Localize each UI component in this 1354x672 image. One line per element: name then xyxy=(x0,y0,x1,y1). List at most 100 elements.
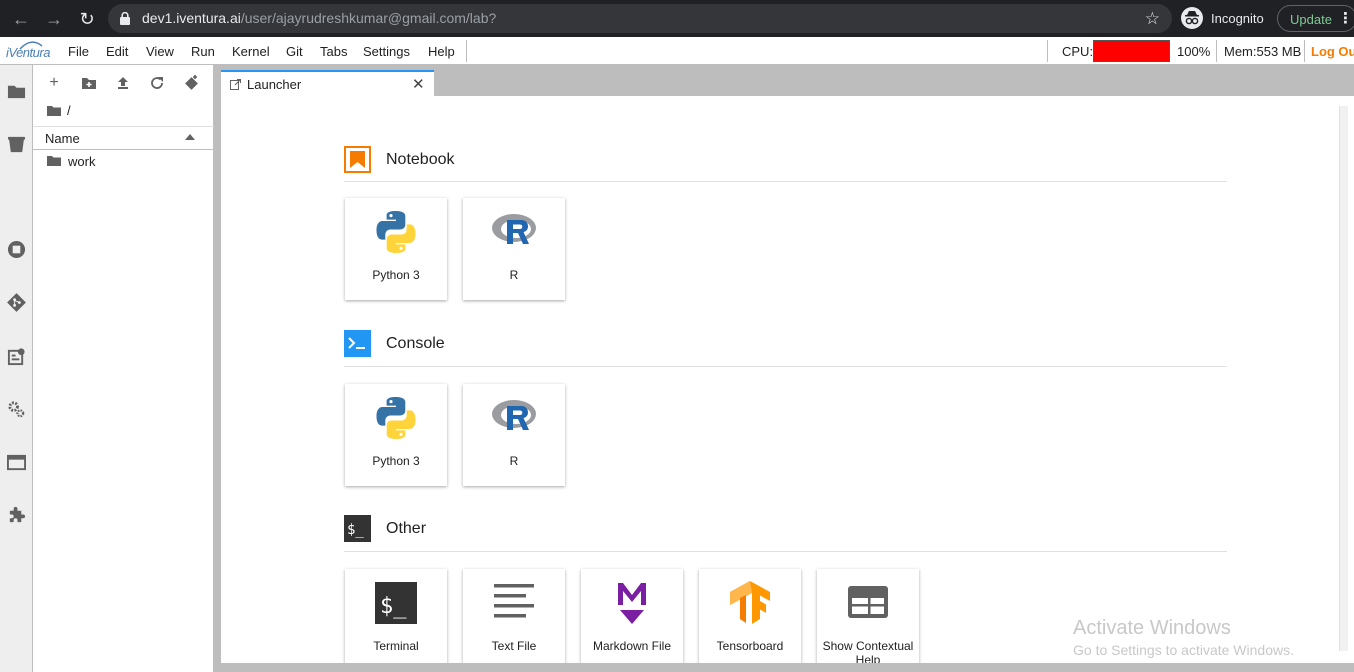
sort-ascending-icon xyxy=(185,134,195,140)
markdown-icon xyxy=(618,583,646,624)
card-label: Markdown File xyxy=(592,639,672,653)
memory-usage: Mem:553 MB xyxy=(1224,44,1302,59)
launcher-card-console-python3[interactable]: Python 3 xyxy=(345,384,447,486)
launcher-card-markdown-file[interactable]: Markdown File xyxy=(581,569,683,663)
tensorflow-icon xyxy=(730,581,770,624)
resource-separator xyxy=(1216,40,1217,62)
card-label: Terminal xyxy=(373,639,419,653)
section-divider xyxy=(344,551,1227,552)
menu-view[interactable]: View xyxy=(146,44,174,59)
incognito-label: Incognito xyxy=(1211,11,1264,26)
app-logo: iVentura xyxy=(4,40,56,64)
tab-label: Launcher xyxy=(247,77,302,92)
cpu-usage-bar xyxy=(1093,40,1170,62)
git-icon[interactable] xyxy=(7,293,26,312)
url-host: dev1.iventura.ai xyxy=(142,10,241,26)
menu-edit[interactable]: Edit xyxy=(106,44,128,59)
r-language-icon xyxy=(492,400,536,430)
section-title-other: Other xyxy=(386,520,427,537)
launcher-card-notebook-python3[interactable]: Python 3 xyxy=(345,198,447,300)
incognito-indicator[interactable]: Incognito xyxy=(1177,6,1271,31)
running-sessions-icon[interactable] xyxy=(7,240,26,259)
section-divider xyxy=(344,366,1227,367)
trash-icon[interactable] xyxy=(7,135,26,154)
launcher-card-terminal[interactable]: $_ Terminal xyxy=(345,569,447,663)
menu-run[interactable]: Run xyxy=(191,44,215,59)
section-divider xyxy=(344,181,1227,182)
card-label: Python 3 xyxy=(372,454,420,468)
list-item[interactable]: work xyxy=(33,152,214,172)
menu-git[interactable]: Git xyxy=(286,44,303,59)
url-path: /user/ajayrudreshkumar@gmail.com/lab? xyxy=(240,10,497,26)
bookmark-star-icon[interactable]: ☆ xyxy=(1145,9,1160,29)
extension-manager-icon[interactable] xyxy=(7,505,26,524)
launcher-card-console-r[interactable]: R xyxy=(463,384,565,486)
tab-bar: Launcher ✕ xyxy=(214,65,1354,97)
console-icon xyxy=(344,330,371,357)
folder-icon xyxy=(47,106,61,116)
section-title-notebook: Notebook xyxy=(386,151,455,168)
forward-icon[interactable]: → xyxy=(43,8,65,30)
reload-icon[interactable]: ↻ xyxy=(76,8,98,30)
python-icon xyxy=(376,397,416,439)
open-tabs-icon[interactable] xyxy=(7,453,26,472)
launcher-scrollbar[interactable] xyxy=(1339,106,1348,651)
close-icon[interactable]: ✕ xyxy=(412,75,425,93)
logout-link[interactable]: Log Out xyxy=(1311,44,1354,59)
terminal-icon: $_ xyxy=(375,582,417,624)
property-inspector-icon[interactable] xyxy=(7,400,26,419)
url-text: dev1.iventura.ai/user/ajayrudreshkumar@g… xyxy=(142,10,496,26)
more-vert-icon[interactable]: ⋮ xyxy=(1338,9,1353,27)
new-launcher-icon[interactable]: + xyxy=(45,74,63,92)
launcher: Notebook Python 3 R Console Python 3 R $… xyxy=(221,96,1354,663)
new-folder-icon[interactable] xyxy=(80,74,98,92)
text-file-icon xyxy=(494,584,534,618)
launcher-card-notebook-r[interactable]: R xyxy=(463,198,565,300)
launcher-card-text-file[interactable]: Text File xyxy=(463,569,565,663)
section-title-console: Console xyxy=(386,335,445,352)
logo-text: iVentura xyxy=(6,45,50,60)
menu-help[interactable]: Help xyxy=(428,44,455,59)
r-language-icon xyxy=(492,214,536,244)
update-label: Update xyxy=(1290,12,1332,27)
address-bar[interactable]: dev1.iventura.ai/user/ajayrudreshkumar@g… xyxy=(108,4,1172,33)
menubar: iVentura File Edit View Run Kernel Git T… xyxy=(0,37,1354,65)
menu-kernel[interactable]: Kernel xyxy=(232,44,270,59)
folder-icon xyxy=(47,156,61,166)
back-icon[interactable]: ← xyxy=(10,8,32,30)
browser-toolbar: ← → ↻ dev1.iventura.ai/user/ajayrudreshk… xyxy=(0,0,1354,37)
other-section-icon: $_ xyxy=(344,515,371,542)
activity-bar xyxy=(0,65,33,672)
launcher-card-tensorboard[interactable]: Tensorboard xyxy=(699,569,801,663)
activate-windows-title: Activate Windows xyxy=(1073,617,1231,639)
card-label: Python 3 xyxy=(372,268,420,282)
contextual-help-icon xyxy=(848,586,888,618)
launcher-card-contextual-help[interactable]: Show Contextual Help xyxy=(817,569,919,663)
update-button[interactable]: Update ⋮ xyxy=(1277,5,1354,32)
notebook-icon xyxy=(344,146,371,173)
name-column-header[interactable]: Name xyxy=(45,131,80,146)
card-label: Tensorboard xyxy=(716,639,784,653)
tab-launcher[interactable]: Launcher ✕ xyxy=(221,70,434,97)
menu-file[interactable]: File xyxy=(68,44,89,59)
resource-separator xyxy=(1304,40,1305,62)
card-label: R xyxy=(509,268,519,282)
svg-text:$_: $_ xyxy=(347,522,364,538)
table-of-contents-icon[interactable] xyxy=(7,347,26,366)
folder-icon[interactable] xyxy=(7,82,26,101)
card-label: Text File xyxy=(491,639,537,653)
breadcrumb-root[interactable]: / xyxy=(67,103,71,118)
menu-settings[interactable]: Settings xyxy=(363,44,410,59)
lock-icon xyxy=(120,12,130,25)
cpu-label: CPU: xyxy=(1062,44,1094,59)
menu-tabs[interactable]: Tabs xyxy=(320,44,347,59)
cpu-usage-fill xyxy=(1094,41,1169,61)
file-list-header[interactable]: Name xyxy=(33,126,214,150)
menu-separator xyxy=(466,40,467,62)
launcher-icon xyxy=(230,79,241,90)
cpu-percent: 100% xyxy=(1177,44,1211,59)
file-name: work xyxy=(68,154,96,169)
upload-icon[interactable] xyxy=(114,74,132,92)
refresh-icon[interactable] xyxy=(148,74,166,92)
git-clone-icon[interactable] xyxy=(182,74,200,92)
